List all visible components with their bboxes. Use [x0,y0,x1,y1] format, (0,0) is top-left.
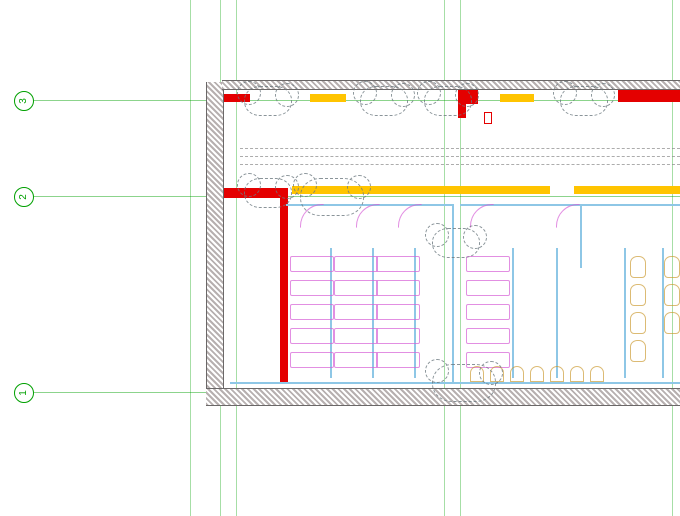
wall-red-top-3 [618,90,680,102]
table [466,280,510,296]
table [290,304,334,320]
toilet [630,284,646,306]
grid-bubble-label: 2 [18,194,29,200]
grid-line-v1 [190,0,191,516]
divider-r3 [624,248,626,378]
wall-yellow-top-2 [500,94,534,102]
table [290,256,334,272]
exterior-wall-west [206,82,224,404]
table [334,280,378,296]
table [334,304,378,320]
table [334,256,378,272]
table [334,328,378,344]
grid-line-v3 [236,0,237,516]
grid-bubble-1: 1 [14,383,34,403]
table [376,256,420,272]
revision-cloud [244,86,292,116]
corridor-dashed-bottom [240,164,680,165]
fire-extinguisher-icon [484,112,492,124]
corridor-dashed-mid [240,156,680,157]
revision-cloud [424,86,472,116]
toilet [664,256,680,278]
revision-cloud [560,86,608,116]
urinal [590,366,604,382]
urinal [510,366,524,382]
grid-bubble-2: 2 [14,187,34,207]
toilet [630,256,646,278]
wall-yellow-top-1 [310,94,346,102]
table [376,280,420,296]
door-arc [556,204,580,228]
grid-bubble-label: 1 [18,390,29,396]
divider-r2 [556,248,558,378]
table [466,256,510,272]
wall-red-partition-west [280,188,288,384]
toilet [664,312,680,334]
table [290,280,334,296]
table [290,352,334,368]
table [466,304,510,320]
table [376,304,420,320]
corridor-dashed-top [240,148,680,149]
wall-yellow-g2-2 [574,186,680,194]
partition-right-stub [580,204,582,268]
grid-bubble-3: 3 [14,91,34,111]
table [290,328,334,344]
door-arc [398,204,422,228]
table [466,328,510,344]
urinal [530,366,544,382]
toilet [664,284,680,306]
revision-cloud [432,228,480,258]
toilet [630,340,646,362]
divider-r1 [512,248,514,378]
grid-line-v4 [444,0,445,516]
revision-cloud [244,178,292,208]
revision-cloud [432,364,496,402]
table [376,352,420,368]
revision-cloud [360,86,408,116]
urinal [570,366,584,382]
revision-cloud [300,178,364,216]
table [334,352,378,368]
grid-line-v5 [460,0,461,516]
toilet [630,312,646,334]
urinal [550,366,564,382]
table [376,328,420,344]
grid-bubble-label: 3 [18,98,29,104]
